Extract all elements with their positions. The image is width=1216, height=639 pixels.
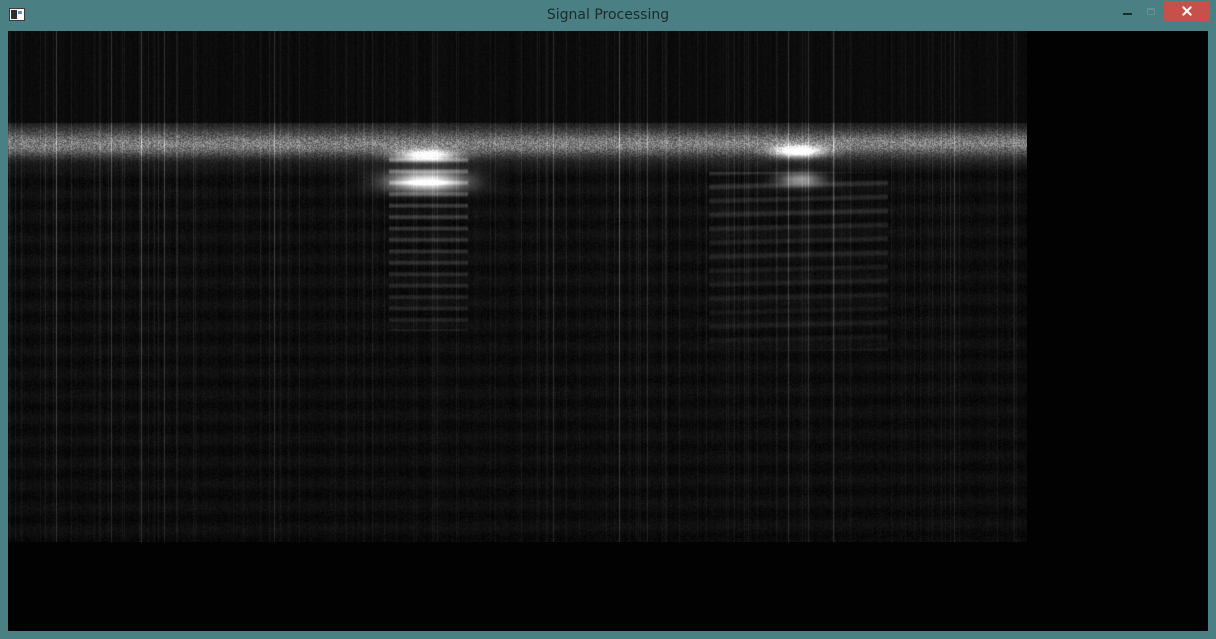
display-area xyxy=(8,31,1208,631)
spectrogram-image xyxy=(8,31,1027,542)
maximize-button[interactable] xyxy=(1136,1,1166,21)
maximize-icon xyxy=(1147,7,1155,15)
title-bar[interactable]: Signal Processing xyxy=(0,0,1216,31)
minimize-icon xyxy=(1122,13,1132,15)
window-title: Signal Processing xyxy=(546,7,670,23)
app-window: Signal Processing xyxy=(0,0,1216,639)
close-button[interactable] xyxy=(1164,1,1210,21)
close-icon xyxy=(1182,6,1192,16)
